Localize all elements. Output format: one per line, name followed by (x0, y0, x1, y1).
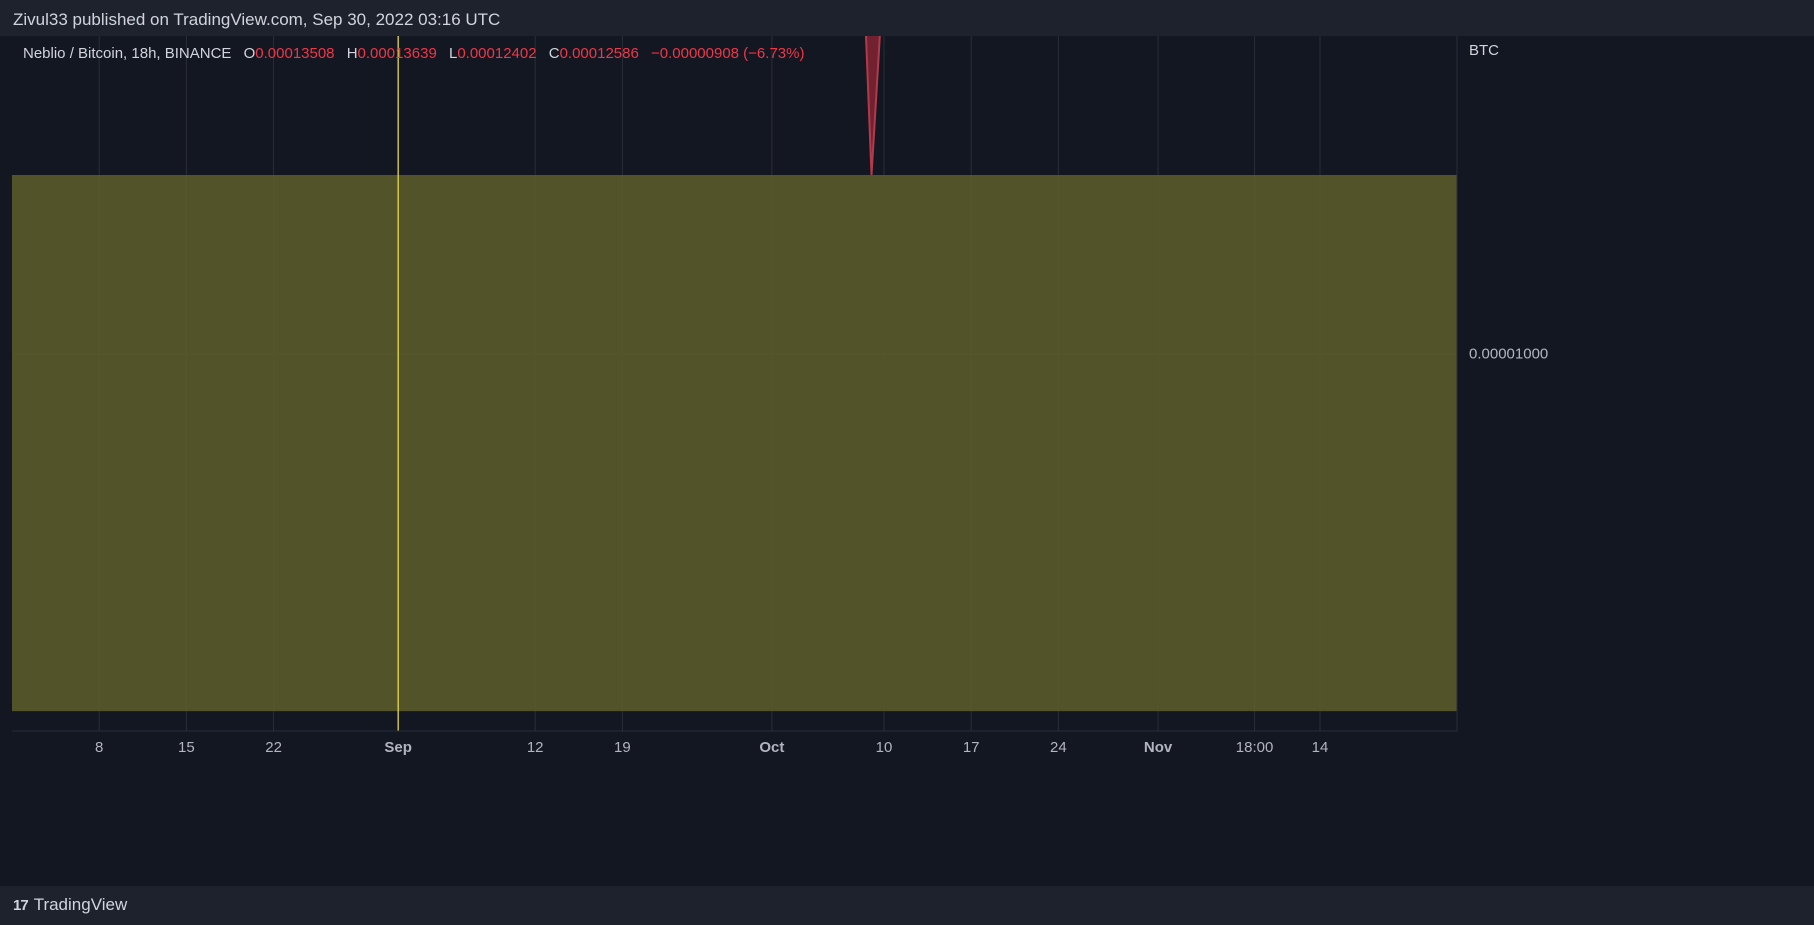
change-value: −0.00000908 (−6.73%) (651, 45, 805, 62)
high-label: H (346, 45, 358, 62)
open-value: 0.00013508 (255, 45, 335, 62)
tradingview-logo[interactable]: 17 TradingView (13, 895, 127, 915)
support-zone (12, 175, 1457, 712)
price-axis[interactable]: BTC0.000170000.000160000.000150000.00014… (1456, 36, 1814, 758)
published-info: Zivul33 published on TradingView.com, Se… (13, 10, 501, 29)
price-axis-background (1457, 36, 1814, 758)
bottom-bar (0, 886, 1814, 925)
time-tick-label: Sep (384, 739, 412, 756)
time-tick-label: 17 (963, 739, 980, 756)
symbol-title[interactable]: Neblio / Bitcoin, 18h, BINANCE (23, 45, 231, 62)
time-tick-label: 12 (527, 739, 544, 756)
time-tick-label: 22 (265, 739, 282, 756)
close-label: C (548, 45, 560, 62)
time-tick-label: 8 (95, 739, 103, 756)
time-tick-label: Nov (1144, 739, 1173, 756)
price-chart[interactable]: 0.00015009 (2521.10%) 15009 XABCD0.6011.… (12, 36, 1814, 886)
ohlc-legend: Neblio / Bitcoin, 18h, BINANCE O0.000135… (23, 45, 804, 62)
tradingview-brand: TradingView (33, 895, 128, 914)
time-tick-label: Oct (759, 739, 784, 756)
time-tick-label: 18:00 (1236, 739, 1274, 756)
time-tick-label: 15 (178, 739, 195, 756)
tradingview-logo-icon: 17 (13, 896, 29, 914)
close-value: 0.00012586 (559, 45, 639, 62)
time-tick-label: 10 (876, 739, 893, 756)
price-tick-label: 0.00001000 (1469, 346, 1548, 363)
support-zone-box (12, 175, 1457, 712)
open-label: O (243, 45, 256, 62)
currency-label: BTC (1469, 42, 1499, 59)
time-tick-label: 14 (1312, 739, 1329, 756)
top-bar: Zivul33 published on TradingView.com, Se… (0, 0, 1814, 36)
high-value: 0.00013639 (357, 45, 437, 62)
time-tick-label: 19 (614, 739, 631, 756)
time-tick-label: 24 (1050, 739, 1067, 756)
low-value: 0.00012402 (457, 45, 537, 62)
